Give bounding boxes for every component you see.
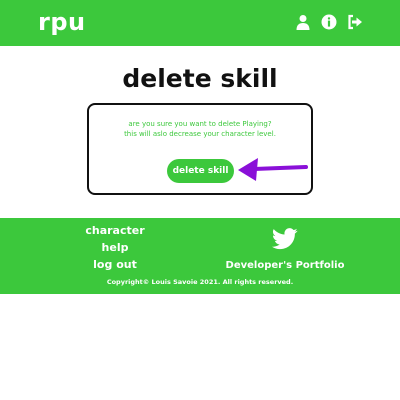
logout-icon[interactable] (347, 14, 363, 30)
copyright-text: Copyright© Louis Savoie 2021. All rights… (106, 278, 294, 286)
delete-skill-button[interactable]: delete skill (167, 159, 234, 183)
page-title: delete skill (122, 64, 278, 93)
top-navbar: rpu (0, 0, 400, 46)
developer-portfolio-link[interactable]: Developer's Portfolio (218, 260, 352, 271)
confirm-message-line1: are you sure you want to delete Playing? (128, 120, 272, 128)
confirm-message-line2: this will aslo decrease your character l… (124, 130, 276, 138)
pointing-arrow-icon (236, 154, 310, 184)
footer-link-logout[interactable]: log out (65, 258, 165, 271)
twitter-icon[interactable] (272, 228, 298, 250)
app-logo[interactable]: rpu (38, 8, 86, 36)
footer-link-character[interactable]: character (65, 224, 165, 237)
footer-link-help[interactable]: help (65, 241, 165, 254)
user-icon[interactable] (295, 14, 311, 30)
footer: character help log out Developer's Portf… (0, 218, 400, 294)
info-icon[interactable] (321, 14, 337, 30)
